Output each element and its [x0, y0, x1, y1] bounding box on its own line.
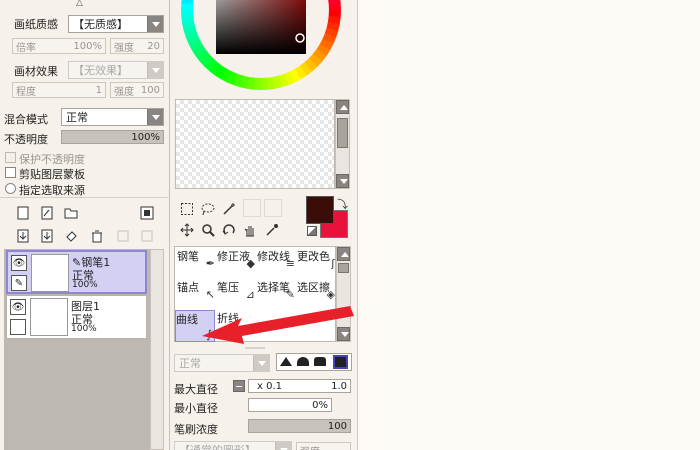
tool-select-pen[interactable]: 选择笔 ✎	[257, 279, 297, 301]
chevron-down-icon	[147, 16, 163, 32]
divider	[245, 347, 265, 349]
selection-source-radio[interactable]	[5, 183, 16, 194]
new-linework-layer-icon[interactable]	[38, 204, 56, 222]
degree-field: 程度 1	[12, 82, 106, 98]
paper-texture-label: 画纸质感	[14, 18, 58, 31]
folder-icon[interactable]	[62, 204, 80, 222]
layer-item-pen[interactable]: 👁 ✎ ✎钢笔1 正常 100%	[6, 250, 147, 294]
tool-anchor[interactable]: 锚点 ↖	[177, 279, 217, 301]
shape-round-icon[interactable]	[297, 357, 309, 366]
material-effect-label: 画材效果	[14, 65, 58, 78]
texture-strength-field: 强度	[296, 442, 351, 450]
min-diameter-slider[interactable]: 0%	[248, 398, 332, 412]
scroll-thumb[interactable]	[338, 263, 349, 273]
eye-icon[interactable]: 👁	[10, 299, 26, 315]
shape-flat-icon[interactable]	[280, 357, 292, 366]
hand-icon[interactable]	[241, 221, 259, 239]
empty-slot	[243, 199, 261, 217]
protect-opacity-checkbox[interactable]	[5, 152, 16, 163]
opacity-label: 不透明度	[4, 133, 48, 146]
opacity-slider[interactable]: 100%	[61, 130, 164, 144]
chevron-down-icon	[275, 442, 291, 450]
scroll-up-button[interactable]	[337, 247, 350, 261]
diameter-toggle-button[interactable]	[233, 380, 245, 392]
clear-layer-icon[interactable]	[62, 227, 80, 245]
strength-field-2: 强度 100	[110, 82, 164, 98]
trash-icon[interactable]	[88, 227, 106, 245]
paper-texture-select[interactable]: 【无质感】	[68, 15, 164, 33]
layer-scrollbar[interactable]	[150, 249, 164, 450]
layer-opacity: 100%	[72, 280, 98, 290]
max-diameter-slider[interactable]: x 0.1 1.0	[248, 379, 351, 393]
eraser-icon: ◆	[246, 257, 255, 270]
color-wheel[interactable]	[180, 0, 342, 92]
brush-density-slider[interactable]: 100	[248, 419, 351, 433]
canvas-area[interactable]	[358, 0, 700, 450]
layer-thumbnail	[30, 298, 68, 336]
transfer-down-icon[interactable]	[14, 227, 32, 245]
tool-pressure[interactable]: 笔压 ⊿	[217, 279, 257, 301]
zoom-icon[interactable]	[199, 221, 217, 239]
new-layer-icon[interactable]	[14, 204, 32, 222]
shape-square-icon[interactable]	[333, 355, 348, 369]
scroll-down-button[interactable]	[336, 174, 349, 188]
brush-texture-select[interactable]: 【通常的圆形】	[174, 441, 292, 450]
scroll-up-button[interactable]	[336, 100, 349, 114]
color-curve-icon: ʃ	[331, 257, 335, 270]
scroll-thumb[interactable]	[337, 118, 348, 148]
tool-correction-fluid[interactable]: 修正液 ◆	[217, 248, 257, 270]
empty-slot	[264, 199, 282, 217]
rect-select-icon[interactable]	[178, 200, 196, 218]
magic-wand-icon[interactable]	[220, 200, 238, 218]
divider	[0, 197, 170, 198]
lines-icon: ≡	[285, 257, 295, 270]
color-palette-area[interactable]	[175, 99, 335, 189]
layer-properties-panel: △ 画纸质感 【无质感】 倍率 100% 强度 20 画材效果 【无效果】 程度 1 …	[0, 0, 170, 450]
color-tool-panel: ⤵ 钢笔 ✒ 修正液 ◆ 修改线 ≡ 更改色 ʃ 锚点 ↖ 笔压 ⊿ 选择笔 ✎ 选区擦 ◈ 曲…	[170, 0, 358, 450]
transparent-color-icon[interactable]	[307, 226, 317, 236]
collapse-arrow-icon[interactable]: △	[76, 0, 83, 8]
layer-item-1[interactable]: 👁 图层1 正常 100%	[6, 295, 147, 339]
max-diameter-label: 最大直径	[174, 383, 218, 396]
disabled-layer-icon	[114, 227, 132, 245]
pen-edit-icon[interactable]: ✎	[11, 275, 27, 291]
tool-change-color[interactable]: 更改色 ʃ	[297, 248, 337, 270]
lock-checkbox[interactable]	[10, 319, 26, 335]
swap-colors-icon[interactable]: ⤵	[337, 196, 348, 212]
scale-field: 倍率 100%	[12, 38, 106, 54]
merge-down-icon[interactable]	[38, 227, 56, 245]
layer-mask-icon[interactable]	[138, 204, 156, 222]
pen-icon: ✒	[205, 257, 215, 270]
layer-thumbnail	[31, 254, 69, 292]
shape-soft-icon[interactable]	[314, 357, 326, 366]
brush-mode-select[interactable]: 正常	[174, 354, 270, 372]
eye-icon[interactable]: 👁	[11, 255, 27, 271]
protect-opacity-label: 保护不透明度	[19, 153, 85, 166]
material-effect-select[interactable]: 【无效果】	[68, 61, 164, 79]
layer-opacity: 100%	[71, 324, 97, 334]
min-diameter-label: 最小直径	[174, 402, 218, 415]
clip-mask-label: 剪贴图层蒙板	[19, 168, 85, 181]
lasso-icon[interactable]	[199, 200, 217, 218]
annotation-arrow	[202, 306, 354, 344]
eyedropper-icon[interactable]	[263, 221, 281, 239]
tool-select-eraser[interactable]: 选区擦 ◈	[297, 279, 337, 301]
move-icon[interactable]	[178, 221, 196, 239]
rotate-icon[interactable]	[220, 221, 238, 239]
brush-density-label: 笔刷浓度	[174, 423, 218, 436]
tool-edit-line[interactable]: 修改线 ≡	[257, 248, 297, 270]
selection-source-label: 指定选取来源	[19, 184, 85, 197]
palette-scrollbar[interactable]	[335, 99, 350, 189]
disabled-layer-icon-2	[138, 227, 156, 245]
chevron-down-icon	[147, 62, 163, 78]
primary-color-swatch[interactable]	[306, 196, 334, 224]
chevron-down-icon	[253, 355, 269, 371]
chevron-down-icon	[147, 109, 163, 125]
clip-mask-checkbox[interactable]	[5, 167, 16, 178]
blend-mode-label: 混合模式	[4, 113, 48, 126]
tool-pen[interactable]: 钢笔 ✒	[177, 248, 217, 270]
blend-mode-select[interactable]: 正常	[61, 108, 164, 126]
strength-field: 强度 20	[110, 38, 164, 54]
